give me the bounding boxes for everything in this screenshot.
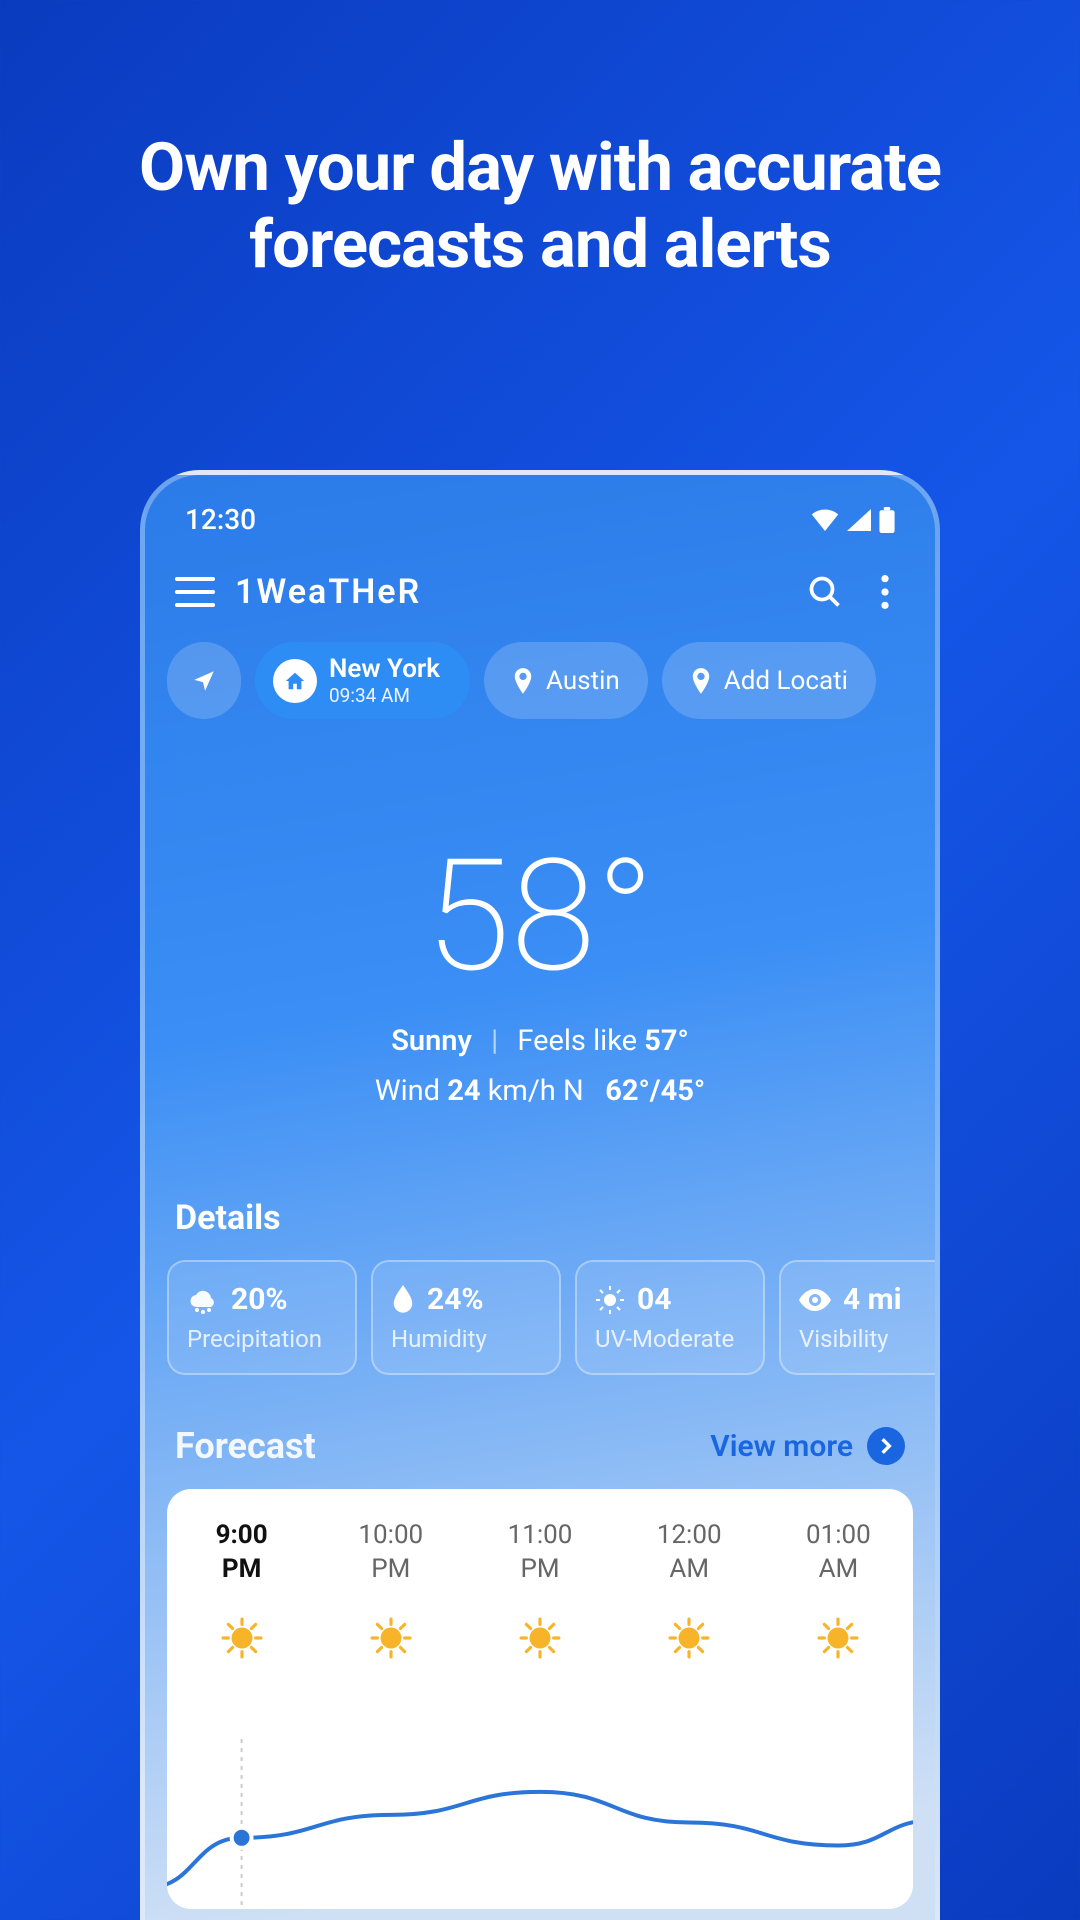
condition-row: Sunny | Feels like 57° xyxy=(145,1024,935,1058)
view-more-button[interactable]: View more xyxy=(710,1427,905,1465)
detail-label: UV-Moderate xyxy=(595,1325,745,1353)
search-icon xyxy=(807,574,843,610)
forecast-hour[interactable]: 01:00AM xyxy=(764,1519,913,1659)
sun-icon xyxy=(167,1617,316,1659)
detail-value: 04 xyxy=(637,1282,671,1317)
wind-row: Wind 24 km/h N 62°/45° xyxy=(145,1074,935,1108)
forecast-header: Forecast View more xyxy=(145,1375,935,1489)
app-title: 1WeaTHeR xyxy=(235,572,785,612)
forecast-hour-time: 9:00PM xyxy=(167,1519,316,1587)
forecast-hour-time: 10:00PM xyxy=(316,1519,465,1587)
condition-text: Sunny xyxy=(391,1024,472,1058)
more-vertical-icon xyxy=(881,575,889,609)
detail-label: Humidity xyxy=(391,1325,541,1353)
app-header: 1WeaTHeR xyxy=(145,554,935,642)
wind-value: 24 xyxy=(447,1074,480,1108)
forecast-hour-time: 01:00AM xyxy=(764,1519,913,1587)
feels-like-label: Feels like xyxy=(517,1024,637,1058)
wifi-icon xyxy=(811,509,839,531)
status-icons xyxy=(811,507,895,533)
detail-value: 24% xyxy=(427,1282,484,1317)
location-pills[interactable]: New York 09:34 AM Austin Add Locati xyxy=(145,642,935,749)
status-bar: 12:30 xyxy=(145,475,935,554)
forecast-hours-row: 9:00PM10:00PM11:00PM12:00AM01:00AM xyxy=(167,1519,913,1659)
search-button[interactable] xyxy=(805,572,845,612)
current-temperature: 58° xyxy=(145,839,935,994)
forecast-hour[interactable]: 10:00PM xyxy=(316,1519,465,1659)
details-title: Details xyxy=(145,1148,935,1260)
phone-frame: 12:30 1WeaTHeR New York 09:34 AM xyxy=(140,470,940,1920)
detail-label: Precipitation xyxy=(187,1325,337,1353)
forecast-card[interactable]: 9:00PM10:00PM11:00PM12:00AM01:00AM xyxy=(167,1489,913,1909)
sun-icon xyxy=(316,1617,465,1659)
detail-card-uv[interactable]: 04 UV-Moderate xyxy=(575,1260,765,1375)
detail-card-visibility[interactable]: 4 mi Visibility xyxy=(779,1260,935,1375)
location-chip-newyork[interactable]: New York 09:34 AM xyxy=(255,642,470,719)
location-label: Austin xyxy=(546,666,620,696)
detail-card-humidity[interactable]: 24% Humidity xyxy=(371,1260,561,1375)
feels-like-value: 57° xyxy=(644,1024,689,1058)
chevron-right-icon xyxy=(867,1427,905,1465)
location-arrow-icon xyxy=(191,668,217,694)
pin-icon xyxy=(512,668,534,694)
forecast-hour[interactable]: 11:00PM xyxy=(465,1519,614,1659)
location-chip-austin[interactable]: Austin xyxy=(484,642,648,719)
droplet-icon xyxy=(391,1285,415,1315)
menu-icon[interactable] xyxy=(175,577,215,607)
location-name: New York xyxy=(329,654,440,684)
location-time: 09:34 AM xyxy=(329,684,440,707)
wind-unit: km/h N xyxy=(488,1074,584,1108)
battery-icon xyxy=(879,507,895,533)
pin-icon xyxy=(690,668,712,694)
divider: | xyxy=(491,1024,498,1058)
forecast-chart xyxy=(167,1739,913,1909)
marketing-headline: Own your day with accurate forecasts and… xyxy=(0,0,1080,284)
sun-icon xyxy=(764,1617,913,1659)
detail-value: 20% xyxy=(231,1282,288,1317)
eye-icon xyxy=(799,1289,831,1311)
hilo-value: 62°/45° xyxy=(605,1074,705,1108)
home-icon xyxy=(284,670,306,692)
wind-label: Wind xyxy=(375,1074,440,1108)
view-more-label: View more xyxy=(710,1429,853,1464)
add-location-button[interactable]: Add Locati xyxy=(662,642,876,719)
sun-icon xyxy=(615,1617,764,1659)
signal-icon xyxy=(847,509,871,531)
forecast-title: Forecast xyxy=(175,1425,316,1467)
cloud-rain-icon xyxy=(187,1286,219,1314)
forecast-hour-time: 12:00AM xyxy=(615,1519,764,1587)
temperature-display: 58° Sunny | Feels like 57° Wind 24 km/h … xyxy=(145,749,935,1148)
detail-card-precipitation[interactable]: 20% Precipitation xyxy=(167,1260,357,1375)
detail-label: Visibility xyxy=(799,1325,935,1353)
forecast-hour-time: 11:00PM xyxy=(465,1519,614,1587)
sun-icon xyxy=(465,1617,614,1659)
detail-value: 4 mi xyxy=(843,1282,902,1317)
more-button[interactable] xyxy=(865,572,905,612)
add-location-label: Add Locati xyxy=(724,666,848,696)
gps-location-button[interactable] xyxy=(167,642,241,719)
status-time: 12:30 xyxy=(185,503,256,536)
detail-cards[interactable]: 20% Precipitation 24% Humidity 04 UV-Mod… xyxy=(145,1260,935,1375)
sun-rays-icon xyxy=(595,1285,625,1315)
forecast-hour[interactable]: 9:00PM xyxy=(167,1519,316,1659)
forecast-hour[interactable]: 12:00AM xyxy=(615,1519,764,1659)
